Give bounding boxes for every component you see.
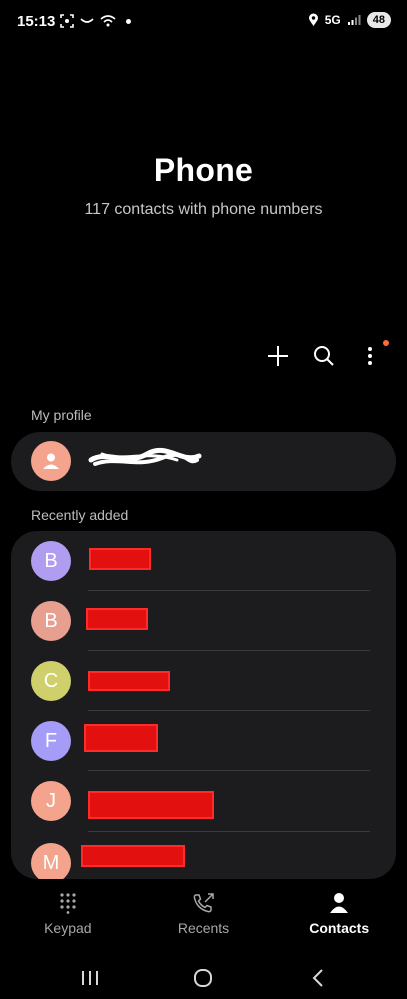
notification-dot-icon: [126, 18, 131, 24]
bottom-navigation: Keypad Recents Contacts: [0, 880, 407, 950]
contact-row[interactable]: F: [11, 711, 396, 771]
recent-apps-button[interactable]: [75, 963, 105, 993]
screen-capture-icon: [60, 14, 74, 28]
status-icons-right: 5G 48: [308, 12, 391, 28]
home-button[interactable]: [188, 963, 218, 993]
name-redaction: [86, 608, 148, 630]
my-profile-card[interactable]: [11, 432, 396, 491]
tab-label: Keypad: [44, 920, 92, 936]
avatar: B: [31, 541, 71, 581]
person-icon: [43, 453, 59, 469]
title-area: Phone 117 contacts with phone numbers: [0, 152, 407, 219]
page-title: Phone: [153, 152, 254, 188]
location-icon: [308, 13, 318, 26]
tab-keypad[interactable]: Keypad: [0, 880, 136, 950]
avatar: F: [31, 721, 71, 761]
search-icon: [314, 346, 334, 366]
name-redaction: [88, 791, 214, 819]
back-button[interactable]: [303, 963, 333, 993]
search-button[interactable]: [311, 340, 337, 372]
badge-dot-icon: [383, 340, 389, 346]
contact-row[interactable]: J: [11, 771, 396, 831]
link-icon: [80, 18, 94, 23]
my-profile-header: My profile: [31, 407, 92, 423]
system-navigation-bar: [0, 955, 407, 999]
battery-indicator: 48: [366, 12, 391, 28]
avatar: J: [31, 781, 71, 821]
divider: [88, 831, 370, 832]
tab-label: Recents: [177, 920, 230, 936]
home-icon: [194, 969, 212, 987]
keypad-icon: [60, 893, 76, 914]
recently-added-list: B B C F J M: [11, 531, 396, 879]
name-redaction: [84, 724, 158, 752]
back-icon: [312, 969, 323, 987]
signal-icon: [347, 15, 361, 25]
contact-row[interactable]: C: [11, 651, 396, 711]
recent-apps-icon: [82, 971, 98, 985]
plus-icon: [268, 346, 288, 366]
recently-added-header: Recently added: [31, 507, 129, 523]
add-contact-button[interactable]: [265, 340, 291, 372]
contacts-icon: [330, 893, 349, 913]
contact-row[interactable]: B: [11, 531, 396, 591]
tab-recents[interactable]: Recents: [136, 880, 272, 950]
more-vertical-icon: [368, 347, 372, 365]
profile-name-redaction: [88, 447, 202, 466]
tab-label: Contacts: [309, 920, 370, 936]
more-options-button[interactable]: [357, 340, 389, 372]
wifi-icon: [100, 15, 116, 27]
status-icons-left: [60, 14, 131, 28]
name-redaction: [81, 845, 185, 867]
contact-row[interactable]: M: [11, 833, 396, 879]
recents-icon: [193, 893, 214, 913]
contacts-count: 117 contacts with phone numbers: [84, 201, 323, 218]
status-bar: 15:13 5G 48: [0, 0, 407, 44]
avatar: M: [31, 843, 71, 879]
name-redaction: [89, 548, 151, 570]
network-type: 5G: [324, 13, 341, 27]
avatar: [31, 441, 71, 481]
contact-row[interactable]: B: [11, 591, 396, 651]
avatar: B: [31, 601, 71, 641]
tab-contacts[interactable]: Contacts: [271, 880, 407, 950]
name-redaction: [88, 671, 170, 691]
toolbar: [265, 340, 389, 372]
avatar: C: [31, 661, 71, 701]
status-time: 15:13: [17, 13, 56, 30]
